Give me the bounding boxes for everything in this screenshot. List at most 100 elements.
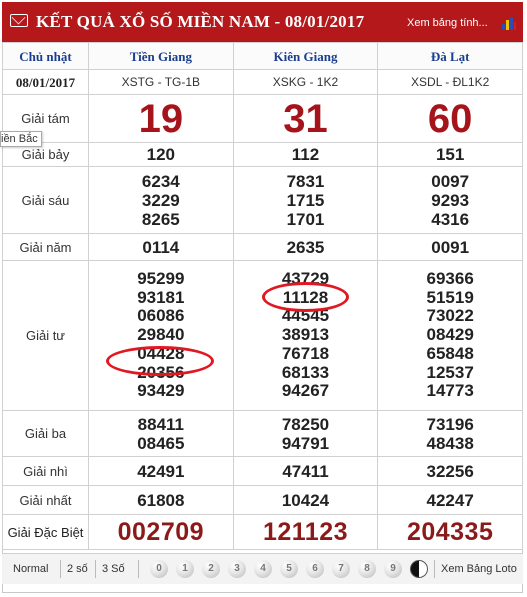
- special-prize-number: 204335: [406, 517, 494, 546]
- prize-row-g4: Giải tư 95299 93181 06086 29840 04428 20…: [2, 260, 523, 411]
- prize-number: 78250: [281, 414, 330, 434]
- prize-number: 10424: [281, 490, 330, 510]
- divider: [138, 560, 139, 578]
- prize-number: 76718: [281, 343, 330, 363]
- prize-number: 65848: [426, 343, 474, 363]
- prize-number: 112: [291, 145, 320, 164]
- province-header-row: Chủ nhật Tiền Giang Kiên Giang Đà Lạt: [2, 42, 523, 70]
- prize-number: 61808: [137, 490, 185, 510]
- digit-ball-3[interactable]: 3: [228, 560, 246, 578]
- province-code: XSKG - 1K2: [232, 69, 379, 95]
- prize-number: 3229: [141, 190, 180, 210]
- province-name[interactable]: Tiền Giang: [88, 42, 234, 70]
- option-3-digits[interactable]: 3 Số: [102, 563, 125, 575]
- prize-row-g7: Giải bảy 120 112 151: [2, 142, 523, 167]
- prize-number: 51519: [426, 287, 474, 307]
- digit-ball-9[interactable]: 9: [384, 560, 402, 578]
- prize-number: 69366: [426, 269, 474, 289]
- prize-number: 1715: [286, 190, 325, 210]
- prize-number: 1701: [286, 209, 325, 229]
- highlight-circle: [262, 282, 349, 312]
- view-loto-link[interactable]: Xem Bảng Loto: [441, 563, 517, 575]
- prize-label: Giải năm: [2, 233, 89, 261]
- divider: [95, 560, 96, 578]
- prize-row-g1: Giải nhất 61808 10424 42247: [2, 485, 523, 515]
- special-prize-number: 002709: [117, 517, 205, 546]
- display-options-bar: Normal 2 số 3 Số 0 1 2 3 4 5 6 7 8 9 Xem…: [2, 553, 523, 584]
- prize-number: 93429: [137, 381, 185, 401]
- digit-ball-8[interactable]: 8: [358, 560, 376, 578]
- prize-number: 8265: [141, 209, 180, 229]
- prize-label: Giải Đặc Biệt: [2, 514, 89, 550]
- prize-label: Giải ba: [2, 410, 89, 457]
- special-prize-number: 121123: [262, 517, 348, 546]
- prize-row-g3: Giải ba 88411 08465 78250 94791 73196 48…: [2, 410, 523, 457]
- prize-row-special: Giải Đặc Biệt 002709 121123 204335: [2, 514, 523, 550]
- prize-number: 31: [283, 96, 328, 141]
- prize-number: 08465: [137, 433, 185, 453]
- prize-number: 4316: [431, 209, 470, 229]
- draw-date: 08/01/2017: [2, 69, 89, 95]
- prize-number: 38913: [281, 325, 330, 345]
- prize-number: 42247: [426, 490, 474, 510]
- prize-number: 60: [427, 96, 473, 141]
- bar-chart-icon[interactable]: [502, 16, 516, 30]
- prize-number: 6234: [141, 171, 180, 191]
- prize-row-g5: Giải năm 0114 2635 0091: [2, 233, 523, 261]
- prize-number: 73196: [426, 414, 474, 434]
- results-header: KẾT QUẢ XỔ SỐ MIỀN NAM - 08/01/2017 Xem …: [2, 2, 523, 42]
- prize-number: 48438: [426, 433, 474, 453]
- prize-label: Giải sáu: [2, 166, 89, 234]
- mail-icon[interactable]: [10, 14, 28, 27]
- prize-number: 29840: [137, 325, 185, 345]
- prize-number: 151: [435, 145, 465, 164]
- prize-row-g6: Giải sáu 6234 3229 8265 7831 1715 1701 0…: [2, 166, 523, 234]
- prize-label: Giải nhất: [2, 485, 89, 515]
- prize-number: 95299: [137, 269, 185, 289]
- prize-number: 9293: [431, 190, 470, 210]
- prize-number: 06086: [137, 306, 185, 326]
- prize-label: Giải nhì: [2, 456, 89, 486]
- digit-ball-5[interactable]: 5: [280, 560, 298, 578]
- digit-ball-4[interactable]: 4: [254, 560, 272, 578]
- divider: [434, 560, 435, 578]
- prize-number: 93181: [137, 287, 185, 307]
- province-name[interactable]: Kiên Giang: [232, 42, 379, 70]
- reset-yin-yang-icon[interactable]: [410, 560, 428, 578]
- prize-number: 42491: [137, 461, 185, 481]
- prize-row-g2: Giải nhì 42491 47411 32256: [2, 456, 523, 486]
- prize-row-g8: Giải tám 19 31 60: [2, 94, 523, 143]
- highlight-circle: [106, 346, 214, 376]
- prize-number: 68133: [281, 362, 330, 382]
- prize-number: 2635: [286, 237, 325, 257]
- region-tooltip: iền Bắc: [0, 131, 42, 147]
- prize-number: 47411: [282, 461, 329, 481]
- digit-ball-7[interactable]: 7: [332, 560, 350, 578]
- prize-number: 08429: [426, 325, 474, 345]
- digit-ball-0[interactable]: 0: [150, 560, 168, 578]
- province-code: XSDL - ĐL1K2: [377, 69, 523, 95]
- divider: [60, 560, 61, 578]
- option-2-digits[interactable]: 2 số: [67, 563, 88, 575]
- prize-number: 120: [146, 145, 176, 164]
- prize-label: Giải tư: [2, 260, 89, 411]
- prize-number: 94267: [281, 381, 330, 401]
- prize-number: 7831: [286, 171, 325, 191]
- prize-number: 14773: [426, 381, 474, 401]
- province-name[interactable]: Đà Lạt: [377, 42, 523, 70]
- province-code: XSTG - TG-1B: [88, 69, 234, 95]
- digit-ball-6[interactable]: 6: [306, 560, 324, 578]
- digit-ball-1[interactable]: 1: [176, 560, 194, 578]
- prize-number: 0097: [431, 171, 470, 191]
- prize-number: 12537: [426, 362, 474, 382]
- day-label: Chủ nhật: [2, 42, 89, 70]
- prize-number: 94791: [281, 433, 330, 453]
- prize-number: 0114: [142, 237, 180, 257]
- code-row: 08/01/2017 XSTG - TG-1B XSKG - 1K2 XSDL …: [2, 69, 523, 95]
- view-table-link[interactable]: Xem bảng tính...: [407, 17, 488, 29]
- prize-number: 88411: [137, 414, 184, 434]
- digit-ball-2[interactable]: 2: [202, 560, 220, 578]
- prize-number: 32256: [426, 461, 474, 481]
- option-normal[interactable]: Normal: [13, 563, 48, 575]
- prize-number: 0091: [431, 237, 470, 257]
